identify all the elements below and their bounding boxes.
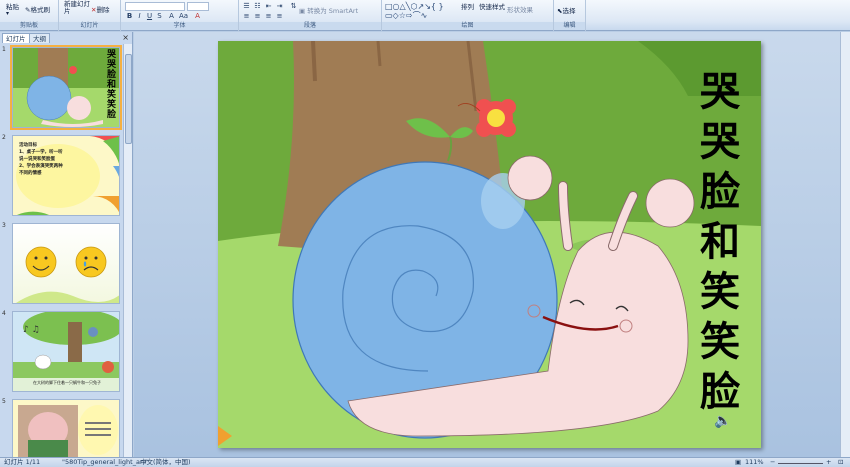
fit-window-icon[interactable]: ⊡ bbox=[838, 458, 843, 467]
zoom-in-icon[interactable]: + bbox=[826, 458, 831, 467]
bold-icon[interactable]: B bbox=[125, 12, 134, 20]
slide-canvas: 哭哭脸和笑笑脸 🔈 bbox=[134, 32, 850, 457]
thumb-number: 2 bbox=[2, 134, 6, 141]
slide-illustration bbox=[218, 41, 761, 448]
shape-effects-button[interactable]: 形状效果 bbox=[507, 4, 533, 14]
scrollbar-thumb[interactable] bbox=[125, 54, 132, 144]
thumbnail-slide-1[interactable]: 哭哭脸和笑笑脸 bbox=[10, 45, 122, 130]
drawing-group: □○△╲⬡↗↘{ } ▭◇☆⇨⌒∿ 排列 快速样式 形状效果 绘图 bbox=[382, 0, 554, 31]
status-bar: 幻灯片 1/11 "580Tip_general_light_ani" 中文(简… bbox=[0, 457, 850, 467]
thumb-2-line: 2、学会表演哭笑两种 bbox=[19, 164, 63, 169]
slides-group-label: 幻灯片 bbox=[59, 22, 120, 30]
smartart-icon: ▣ bbox=[299, 7, 306, 15]
thumbnail-list: 1 哭哭脸和笑笑脸 2 活动目标 1、桌子一学，听一听 说一说哭和笑脸蛋 2、学… bbox=[0, 44, 122, 457]
select-button[interactable]: ⬉选择 bbox=[557, 5, 575, 15]
close-icon[interactable]: × bbox=[122, 33, 129, 43]
justify-icon[interactable]: ≡ bbox=[275, 12, 284, 20]
clipboard-group: 粘贴 ▾ ✎格式刷 剪贴板 bbox=[0, 0, 59, 31]
font-group: B I U S A Aa A 字体 bbox=[121, 0, 239, 31]
speaker-icon[interactable]: 🔈 bbox=[714, 413, 731, 429]
thumbnail-1-art bbox=[13, 48, 119, 127]
thumb-number: 1 bbox=[2, 46, 6, 53]
arrange-button[interactable]: 排列 bbox=[461, 1, 474, 11]
align-right-icon[interactable]: ≡ bbox=[264, 12, 273, 20]
align-left-icon[interactable]: ≡ bbox=[242, 12, 251, 20]
paragraph-group-label: 段落 bbox=[239, 22, 381, 30]
font-name-dropdown[interactable] bbox=[125, 2, 185, 11]
italic-icon[interactable]: I bbox=[135, 12, 144, 20]
panel-tabs: 幻灯片 大纲 × bbox=[2, 33, 131, 43]
thumbnail-scrollbar[interactable] bbox=[123, 44, 132, 457]
thumb-2-line: 1、桌子一学，听一听 bbox=[19, 150, 63, 155]
numbering-icon[interactable]: ☷ bbox=[253, 2, 262, 10]
change-case-icon[interactable]: Aa bbox=[179, 12, 188, 20]
thumb-2-line: 活动目标 bbox=[19, 143, 37, 148]
convert-smartart-label: 转换为 SmartArt bbox=[307, 7, 359, 15]
decrease-indent-icon[interactable]: ⇤ bbox=[264, 2, 273, 10]
normal-view-icon[interactable]: ▣ bbox=[735, 458, 741, 467]
zoom-level[interactable]: 111% bbox=[745, 458, 764, 467]
underline-icon[interactable]: U bbox=[145, 12, 154, 20]
new-slide-button[interactable]: 新建幻灯片 bbox=[64, 1, 90, 15]
font-color-icon[interactable]: A bbox=[193, 12, 202, 20]
delete-label: 删除 bbox=[96, 6, 110, 14]
zoom-slider[interactable] bbox=[778, 463, 823, 464]
format-painter-label: 格式刷 bbox=[30, 6, 50, 14]
thumb-number: 5 bbox=[2, 398, 6, 405]
format-painter-button[interactable]: ✎格式刷 bbox=[25, 4, 50, 14]
delete-slide-button[interactable]: ✕删除 bbox=[91, 4, 109, 14]
theme-name: "580Tip_general_light_ani" bbox=[62, 458, 149, 466]
editing-group: ⬉选择 编辑 bbox=[554, 0, 586, 31]
tab-slides[interactable]: 幻灯片 bbox=[2, 33, 30, 43]
bullets-icon[interactable]: ☰ bbox=[242, 2, 251, 10]
drawing-group-label: 绘图 bbox=[382, 22, 553, 30]
language-indicator[interactable]: 中文(简体，中国) bbox=[140, 458, 191, 467]
thumb-4-caption: 在大树的脚下住着一只蜗牛和一只兔子 bbox=[33, 380, 101, 385]
text-direction-icon[interactable]: ⇅ bbox=[289, 2, 298, 10]
thumb-number: 4 bbox=[2, 310, 6, 317]
quick-styles-button[interactable]: 快速样式 bbox=[479, 1, 505, 11]
slide-counter: 幻灯片 1/11 bbox=[4, 458, 41, 466]
thumb-number: 3 bbox=[2, 222, 6, 229]
slides-panel: 幻灯片 大纲 × 1 哭哭脸和笑笑脸 2 活动目标 1、桌子一学，听一听 说一说… bbox=[0, 32, 133, 457]
strikethrough-icon[interactable]: S bbox=[155, 12, 164, 20]
font-size-dropdown[interactable] bbox=[187, 2, 209, 11]
thumbnail-slide-2[interactable]: 活动目标 1、桌子一学，听一听 说一说哭和笑脸蛋 2、学会表演哭笑两种 不同的情… bbox=[12, 135, 120, 216]
thumbnail-slide-3[interactable] bbox=[12, 223, 120, 304]
editing-group-label: 编辑 bbox=[554, 22, 585, 30]
slide-title[interactable]: 哭哭脸和笑笑脸 bbox=[694, 67, 746, 417]
thumbnail-slide-4[interactable]: ♪ ♫ 在大树的脚下住着一只蜗牛和一只兔子 bbox=[12, 311, 120, 392]
thumbnail-3-art bbox=[16, 246, 119, 303]
thumbnail-5-art bbox=[18, 405, 118, 457]
slide-1[interactable]: 哭哭脸和笑笑脸 🔈 bbox=[218, 41, 761, 448]
thumb-2-line: 说一说哭和笑脸蛋 bbox=[19, 157, 55, 162]
paragraph-group: ☰ ☷ ⇤ ⇥ ⇅ ≡ ≡ ≡ ≡ ▣ 转换为 SmartArt 段落 bbox=[239, 0, 382, 31]
clipboard-group-label: 剪贴板 bbox=[0, 22, 58, 30]
select-label: 选择 bbox=[562, 7, 576, 15]
slides-group: 新建幻灯片 ✕删除 幻灯片 bbox=[59, 0, 121, 31]
thumb-2-line: 不同的情感 bbox=[19, 171, 42, 176]
paste-dropdown-icon[interactable]: ▾ bbox=[6, 10, 9, 17]
thumb-1-title: 哭哭脸和笑笑脸 bbox=[107, 50, 117, 120]
thumbnail-slide-5[interactable] bbox=[12, 399, 120, 457]
increase-indent-icon[interactable]: ⇥ bbox=[275, 2, 284, 10]
align-center-icon[interactable]: ≡ bbox=[253, 12, 262, 20]
thumb-2-text: 活动目标 1、桌子一学，听一听 说一说哭和笑脸蛋 2、学会表演哭笑两种 不同的情… bbox=[19, 142, 95, 177]
convert-smartart-button[interactable]: ▣ 转换为 SmartArt bbox=[299, 5, 358, 15]
zoom-out-icon[interactable]: − bbox=[770, 458, 775, 467]
char-spacing-icon[interactable]: A bbox=[167, 12, 176, 20]
font-group-label: 字体 bbox=[121, 22, 238, 30]
shapes-gallery[interactable]: □○△╲⬡↗↘{ } ▭◇☆⇨⌒∿ bbox=[385, 2, 455, 20]
svg-text:♪ ♫: ♪ ♫ bbox=[23, 325, 40, 335]
ribbon: 粘贴 ▾ ✎格式刷 剪贴板 新建幻灯片 ✕删除 幻灯片 B I U S A Aa… bbox=[0, 0, 850, 31]
tab-outline[interactable]: 大纲 bbox=[29, 33, 50, 43]
canvas-scrollbar[interactable] bbox=[840, 32, 850, 457]
